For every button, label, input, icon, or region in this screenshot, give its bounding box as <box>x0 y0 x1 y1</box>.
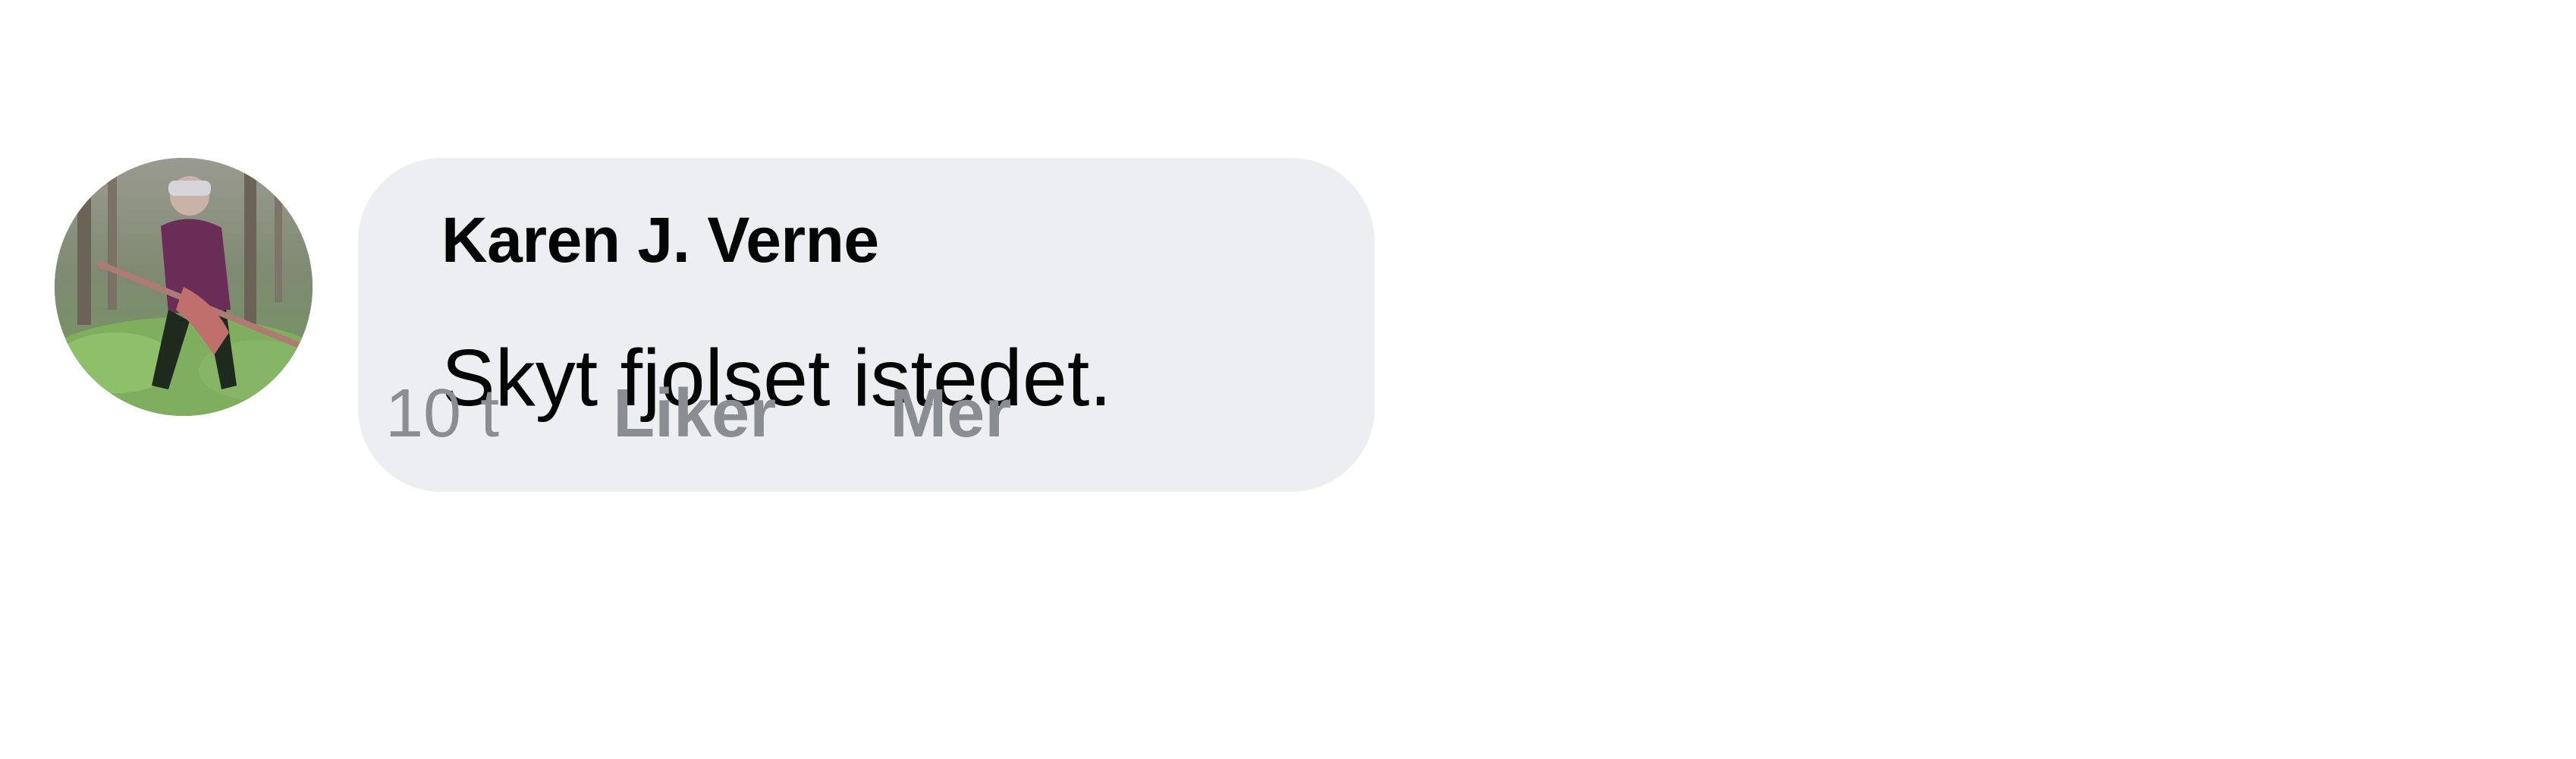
comment-timestamp[interactable]: 10 t <box>385 375 499 453</box>
comment-author-name[interactable]: Karen J. Verne <box>441 203 879 277</box>
previous-comment-actions-cropped <box>445 0 558 9</box>
avatar[interactable] <box>55 158 313 416</box>
avatar-photo <box>55 158 313 416</box>
like-button[interactable]: Liker <box>613 375 776 453</box>
comment-actions: 10 t Liker Mer <box>385 372 1125 455</box>
more-button[interactable]: Mer <box>890 375 1011 453</box>
